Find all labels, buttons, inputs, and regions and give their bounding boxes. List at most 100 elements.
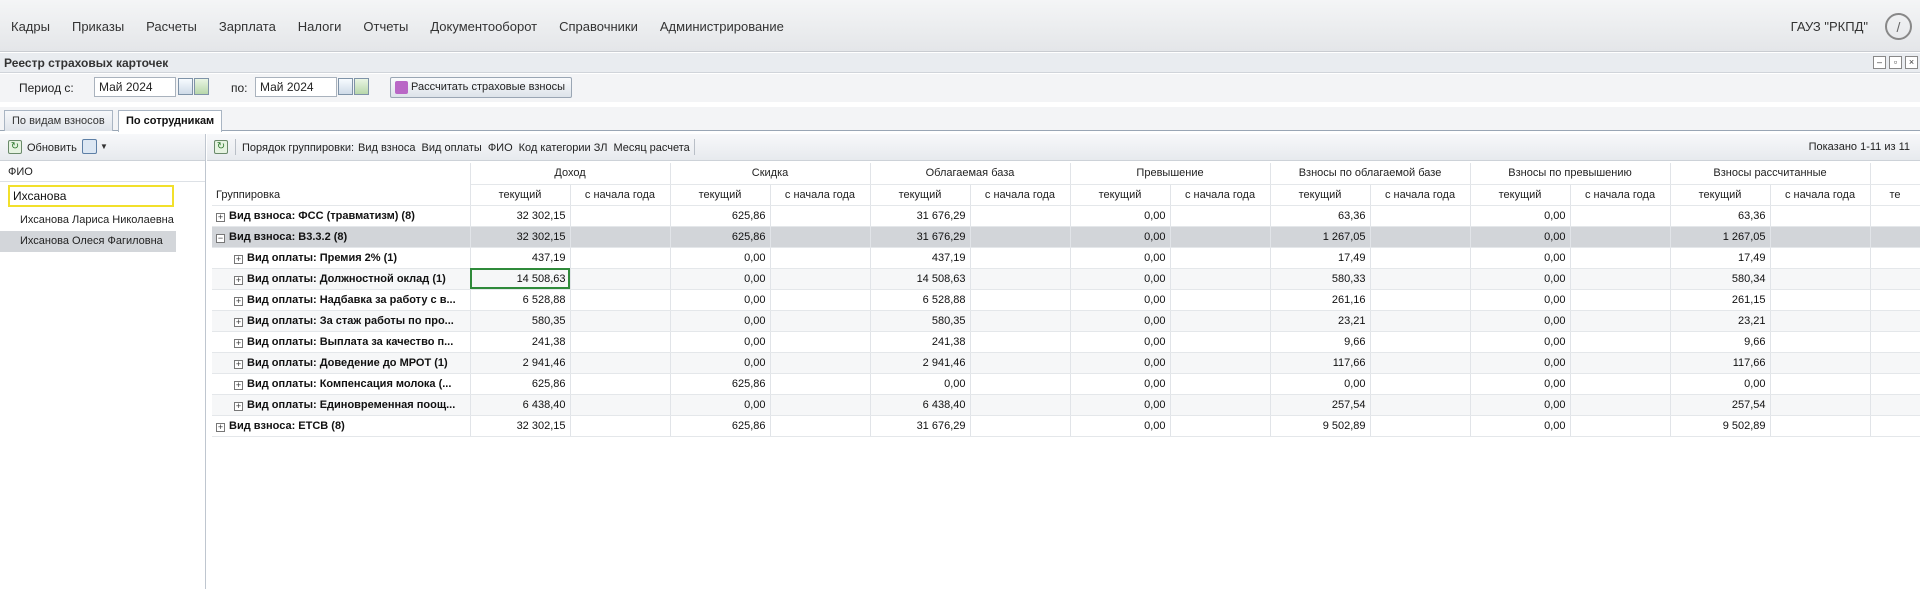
- cell-current[interactable]: 9 502,89: [1270, 415, 1371, 437]
- table-row[interactable]: + Вид взноса: ЕТСВ (8) 32 302,15 625,86 31 6…: [212, 415, 1920, 437]
- cell-ytd[interactable]: [970, 331, 1071, 353]
- cell-current[interactable]: 0,00: [1470, 226, 1571, 248]
- cell-ytd[interactable]: [1170, 289, 1271, 311]
- cell-ytd[interactable]: [970, 310, 1071, 332]
- cell-current[interactable]: 31 676,29: [870, 415, 971, 437]
- cell-ytd[interactable]: [1770, 247, 1871, 269]
- expand-icon[interactable]: +: [234, 359, 243, 369]
- cell-ytd[interactable]: [1570, 373, 1671, 395]
- sub-header-ytd[interactable]: с начала года: [1570, 184, 1671, 206]
- cell-current[interactable]: 241,38: [870, 331, 971, 353]
- cell-current[interactable]: 0,00: [670, 310, 771, 332]
- expand-icon[interactable]: +: [216, 422, 225, 432]
- sub-header-current[interactable]: текущий: [470, 184, 571, 206]
- cell-ytd[interactable]: [1770, 415, 1871, 437]
- cell-current[interactable]: 6 528,88: [870, 289, 971, 311]
- sub-header-ytd[interactable]: с начала года: [770, 184, 871, 206]
- expand-icon[interactable]: +: [234, 401, 243, 411]
- cell-ytd[interactable]: [570, 310, 671, 332]
- refresh-icon[interactable]: ↻: [8, 140, 22, 154]
- sub-header-current[interactable]: текущий: [1270, 184, 1371, 206]
- table-row[interactable]: + Вид оплаты: Премия 2% (1) 437,19 0,00 437,…: [212, 247, 1920, 269]
- cell-current[interactable]: 437,19: [470, 247, 571, 269]
- cell-extra[interactable]: [1870, 268, 1920, 290]
- cell-current[interactable]: 9 502,89: [1670, 415, 1771, 437]
- table-row[interactable]: + Вид оплаты: Должностной оклад (1) 14 508…: [212, 268, 1920, 290]
- cell-current[interactable]: 580,34: [1670, 268, 1771, 290]
- menu-item-documents[interactable]: Документооборот: [419, 19, 548, 34]
- cell-current[interactable]: 0,00: [670, 268, 771, 290]
- cell-ytd[interactable]: [570, 394, 671, 416]
- cell-extra[interactable]: [1870, 310, 1920, 332]
- cell-ytd[interactable]: [1170, 310, 1271, 332]
- fio-column-header[interactable]: ФИО: [0, 161, 205, 182]
- cell-ytd[interactable]: [1170, 373, 1271, 395]
- cell-current[interactable]: 2 941,46: [870, 352, 971, 374]
- cell-ytd[interactable]: [970, 415, 1071, 437]
- cell-current[interactable]: 0,00: [1470, 352, 1571, 374]
- cell-current[interactable]: 625,86: [670, 205, 771, 227]
- sub-header-ytd[interactable]: с начала года: [1770, 184, 1871, 206]
- grouping-item[interactable]: Код категории ЗЛ: [519, 142, 608, 154]
- expand-icon[interactable]: +: [234, 380, 243, 390]
- cell-ytd[interactable]: [1370, 415, 1471, 437]
- cell-ytd[interactable]: [570, 268, 671, 290]
- cell-ytd[interactable]: [1370, 268, 1471, 290]
- cell-extra[interactable]: [1870, 352, 1920, 374]
- cell-ytd[interactable]: [1370, 310, 1471, 332]
- restore-icon[interactable]: ▫: [1889, 56, 1902, 69]
- cell-current[interactable]: 0,00: [1470, 415, 1571, 437]
- cell-current[interactable]: 625,86: [670, 415, 771, 437]
- cell-current[interactable]: 14 508,63: [870, 268, 971, 290]
- grouping-item[interactable]: Вид оплаты: [422, 142, 482, 154]
- menu-item-otchety[interactable]: Отчеты: [352, 19, 419, 34]
- cell-current[interactable]: 437,19: [870, 247, 971, 269]
- cell-current[interactable]: 14 508,63: [470, 268, 571, 290]
- cell-current[interactable]: 63,36: [1270, 205, 1371, 227]
- cell-ytd[interactable]: [1170, 226, 1271, 248]
- cell-current[interactable]: 9,66: [1670, 331, 1771, 353]
- cell-current[interactable]: 23,21: [1670, 310, 1771, 332]
- cell-ytd[interactable]: [1170, 415, 1271, 437]
- grouping-item[interactable]: Вид взноса: [358, 142, 416, 154]
- cell-ytd[interactable]: [1770, 205, 1871, 227]
- cell-ytd[interactable]: [1770, 352, 1871, 374]
- cell-ytd[interactable]: [1370, 289, 1471, 311]
- fio-filter-input[interactable]: Ихсанова: [8, 185, 174, 207]
- employee-list-item-selected[interactable]: Ихсанова Олеся Фагиловна: [0, 231, 176, 252]
- sub-header-ytd[interactable]: с начала года: [970, 184, 1071, 206]
- cell-extra[interactable]: [1870, 394, 1920, 416]
- cell-current[interactable]: 257,54: [1670, 394, 1771, 416]
- calendar-icon[interactable]: [178, 78, 193, 95]
- cell-current[interactable]: 0,00: [1070, 205, 1171, 227]
- cell-current[interactable]: 9,66: [1270, 331, 1371, 353]
- cell-ytd[interactable]: [770, 373, 871, 395]
- cell-current[interactable]: 0,00: [1270, 373, 1371, 395]
- cell-ytd[interactable]: [770, 205, 871, 227]
- cell-ytd[interactable]: [1170, 394, 1271, 416]
- cell-current[interactable]: 2 941,46: [470, 352, 571, 374]
- expand-icon[interactable]: +: [234, 338, 243, 348]
- cell-ytd[interactable]: [1170, 205, 1271, 227]
- sub-header-extra[interactable]: те: [1870, 184, 1920, 206]
- cell-ytd[interactable]: [1570, 247, 1671, 269]
- cell-ytd[interactable]: [1370, 331, 1471, 353]
- cell-ytd[interactable]: [770, 289, 871, 311]
- cell-current[interactable]: 32 302,15: [470, 415, 571, 437]
- cell-current[interactable]: 257,54: [1270, 394, 1371, 416]
- cell-ytd[interactable]: [770, 394, 871, 416]
- cell-ytd[interactable]: [770, 415, 871, 437]
- cell-ytd[interactable]: [970, 394, 1071, 416]
- table-row[interactable]: + Вид оплаты: Доведение до МРОТ (1) 2 941,…: [212, 352, 1920, 374]
- chevron-down-icon[interactable]: ▼: [100, 142, 108, 151]
- cell-current[interactable]: 0,00: [1470, 394, 1571, 416]
- cell-current[interactable]: 241,38: [470, 331, 571, 353]
- cell-current[interactable]: 625,86: [470, 373, 571, 395]
- cell-current[interactable]: 0,00: [1070, 247, 1171, 269]
- cell-ytd[interactable]: [770, 331, 871, 353]
- cell-current[interactable]: 32 302,15: [470, 226, 571, 248]
- cell-current[interactable]: 6 438,40: [470, 394, 571, 416]
- sub-header-current[interactable]: текущий: [1470, 184, 1571, 206]
- period-to-field[interactable]: Май 2024: [255, 77, 337, 97]
- cell-extra[interactable]: [1870, 331, 1920, 353]
